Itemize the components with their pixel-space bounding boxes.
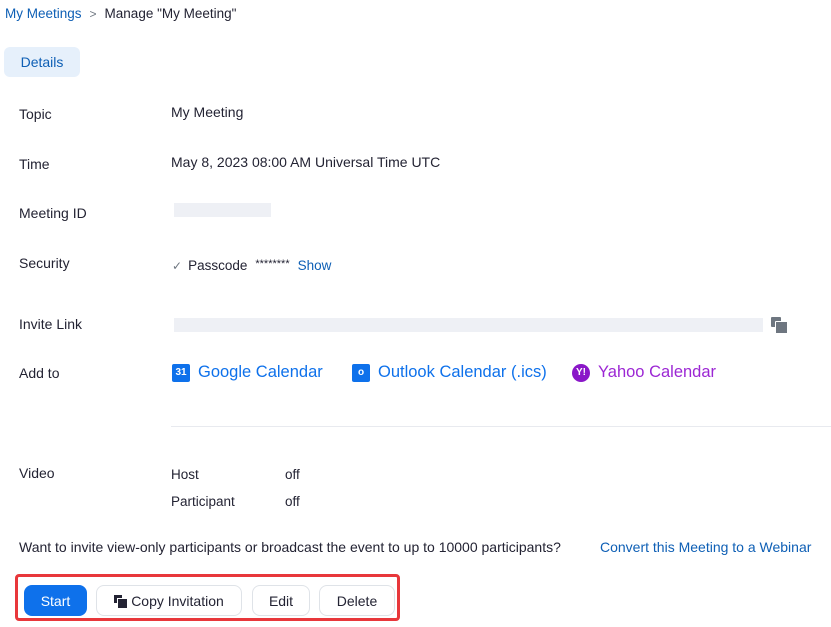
video-participant-value: off xyxy=(285,494,300,509)
outlook-calendar-label: Outlook Calendar (.ics) xyxy=(378,363,547,381)
time-label: Time xyxy=(19,156,50,172)
google-calendar-icon: 31 xyxy=(172,363,190,382)
video-label: Video xyxy=(19,465,55,481)
invite-link-label: Invite Link xyxy=(19,316,83,332)
edit-button[interactable]: Edit xyxy=(252,585,310,616)
show-passcode-link[interactable]: Show xyxy=(298,258,332,273)
topic-value: My Meeting xyxy=(171,104,244,120)
delete-button[interactable]: Delete xyxy=(319,585,395,616)
topic-label: Topic xyxy=(19,106,52,122)
copy-icon xyxy=(114,594,129,609)
security-passcode: ✓ Passcode ******** Show xyxy=(172,257,332,274)
security-label: Security xyxy=(19,255,70,271)
breadcrumb: My Meetings > Manage "My Meeting" xyxy=(5,6,236,21)
google-calendar-link[interactable]: 31 Google Calendar xyxy=(172,363,323,382)
breadcrumb-my-meetings-link[interactable]: My Meetings xyxy=(5,6,82,21)
passcode-label: Passcode xyxy=(188,258,248,273)
section-divider xyxy=(171,426,831,427)
google-calendar-label: Google Calendar xyxy=(198,363,323,381)
webinar-prompt: Want to invite view-only participants or… xyxy=(19,539,561,555)
yahoo-calendar-label: Yahoo Calendar xyxy=(598,363,717,381)
add-to-label: Add to xyxy=(19,365,60,381)
meeting-id-label: Meeting ID xyxy=(19,205,87,221)
video-host-label: Host xyxy=(171,467,199,482)
copy-link-icon[interactable] xyxy=(771,317,788,334)
chevron-right-icon: > xyxy=(89,6,97,21)
yahoo-calendar-link[interactable]: Y! Yahoo Calendar xyxy=(572,363,716,382)
start-button[interactable]: Start xyxy=(24,585,87,616)
copy-invitation-button[interactable]: Copy Invitation xyxy=(96,585,242,616)
passcode-masked: ******** xyxy=(255,257,290,270)
outlook-calendar-link[interactable]: o Outlook Calendar (.ics) xyxy=(352,363,547,382)
outlook-icon: o xyxy=(352,363,370,382)
tab-details[interactable]: Details xyxy=(4,47,80,77)
video-host-value: off xyxy=(285,467,300,482)
copy-invitation-label: Copy Invitation xyxy=(131,592,224,609)
meeting-id-redacted xyxy=(174,203,271,217)
check-icon: ✓ xyxy=(172,258,183,273)
time-value: May 8, 2023 08:00 AM Universal Time UTC xyxy=(171,154,441,170)
convert-to-webinar-link[interactable]: Convert this Meeting to a Webinar xyxy=(600,539,811,555)
invite-link-redacted xyxy=(174,318,763,332)
breadcrumb-current: Manage "My Meeting" xyxy=(104,6,237,21)
yahoo-icon: Y! xyxy=(572,363,590,382)
video-participant-label: Participant xyxy=(171,494,235,509)
